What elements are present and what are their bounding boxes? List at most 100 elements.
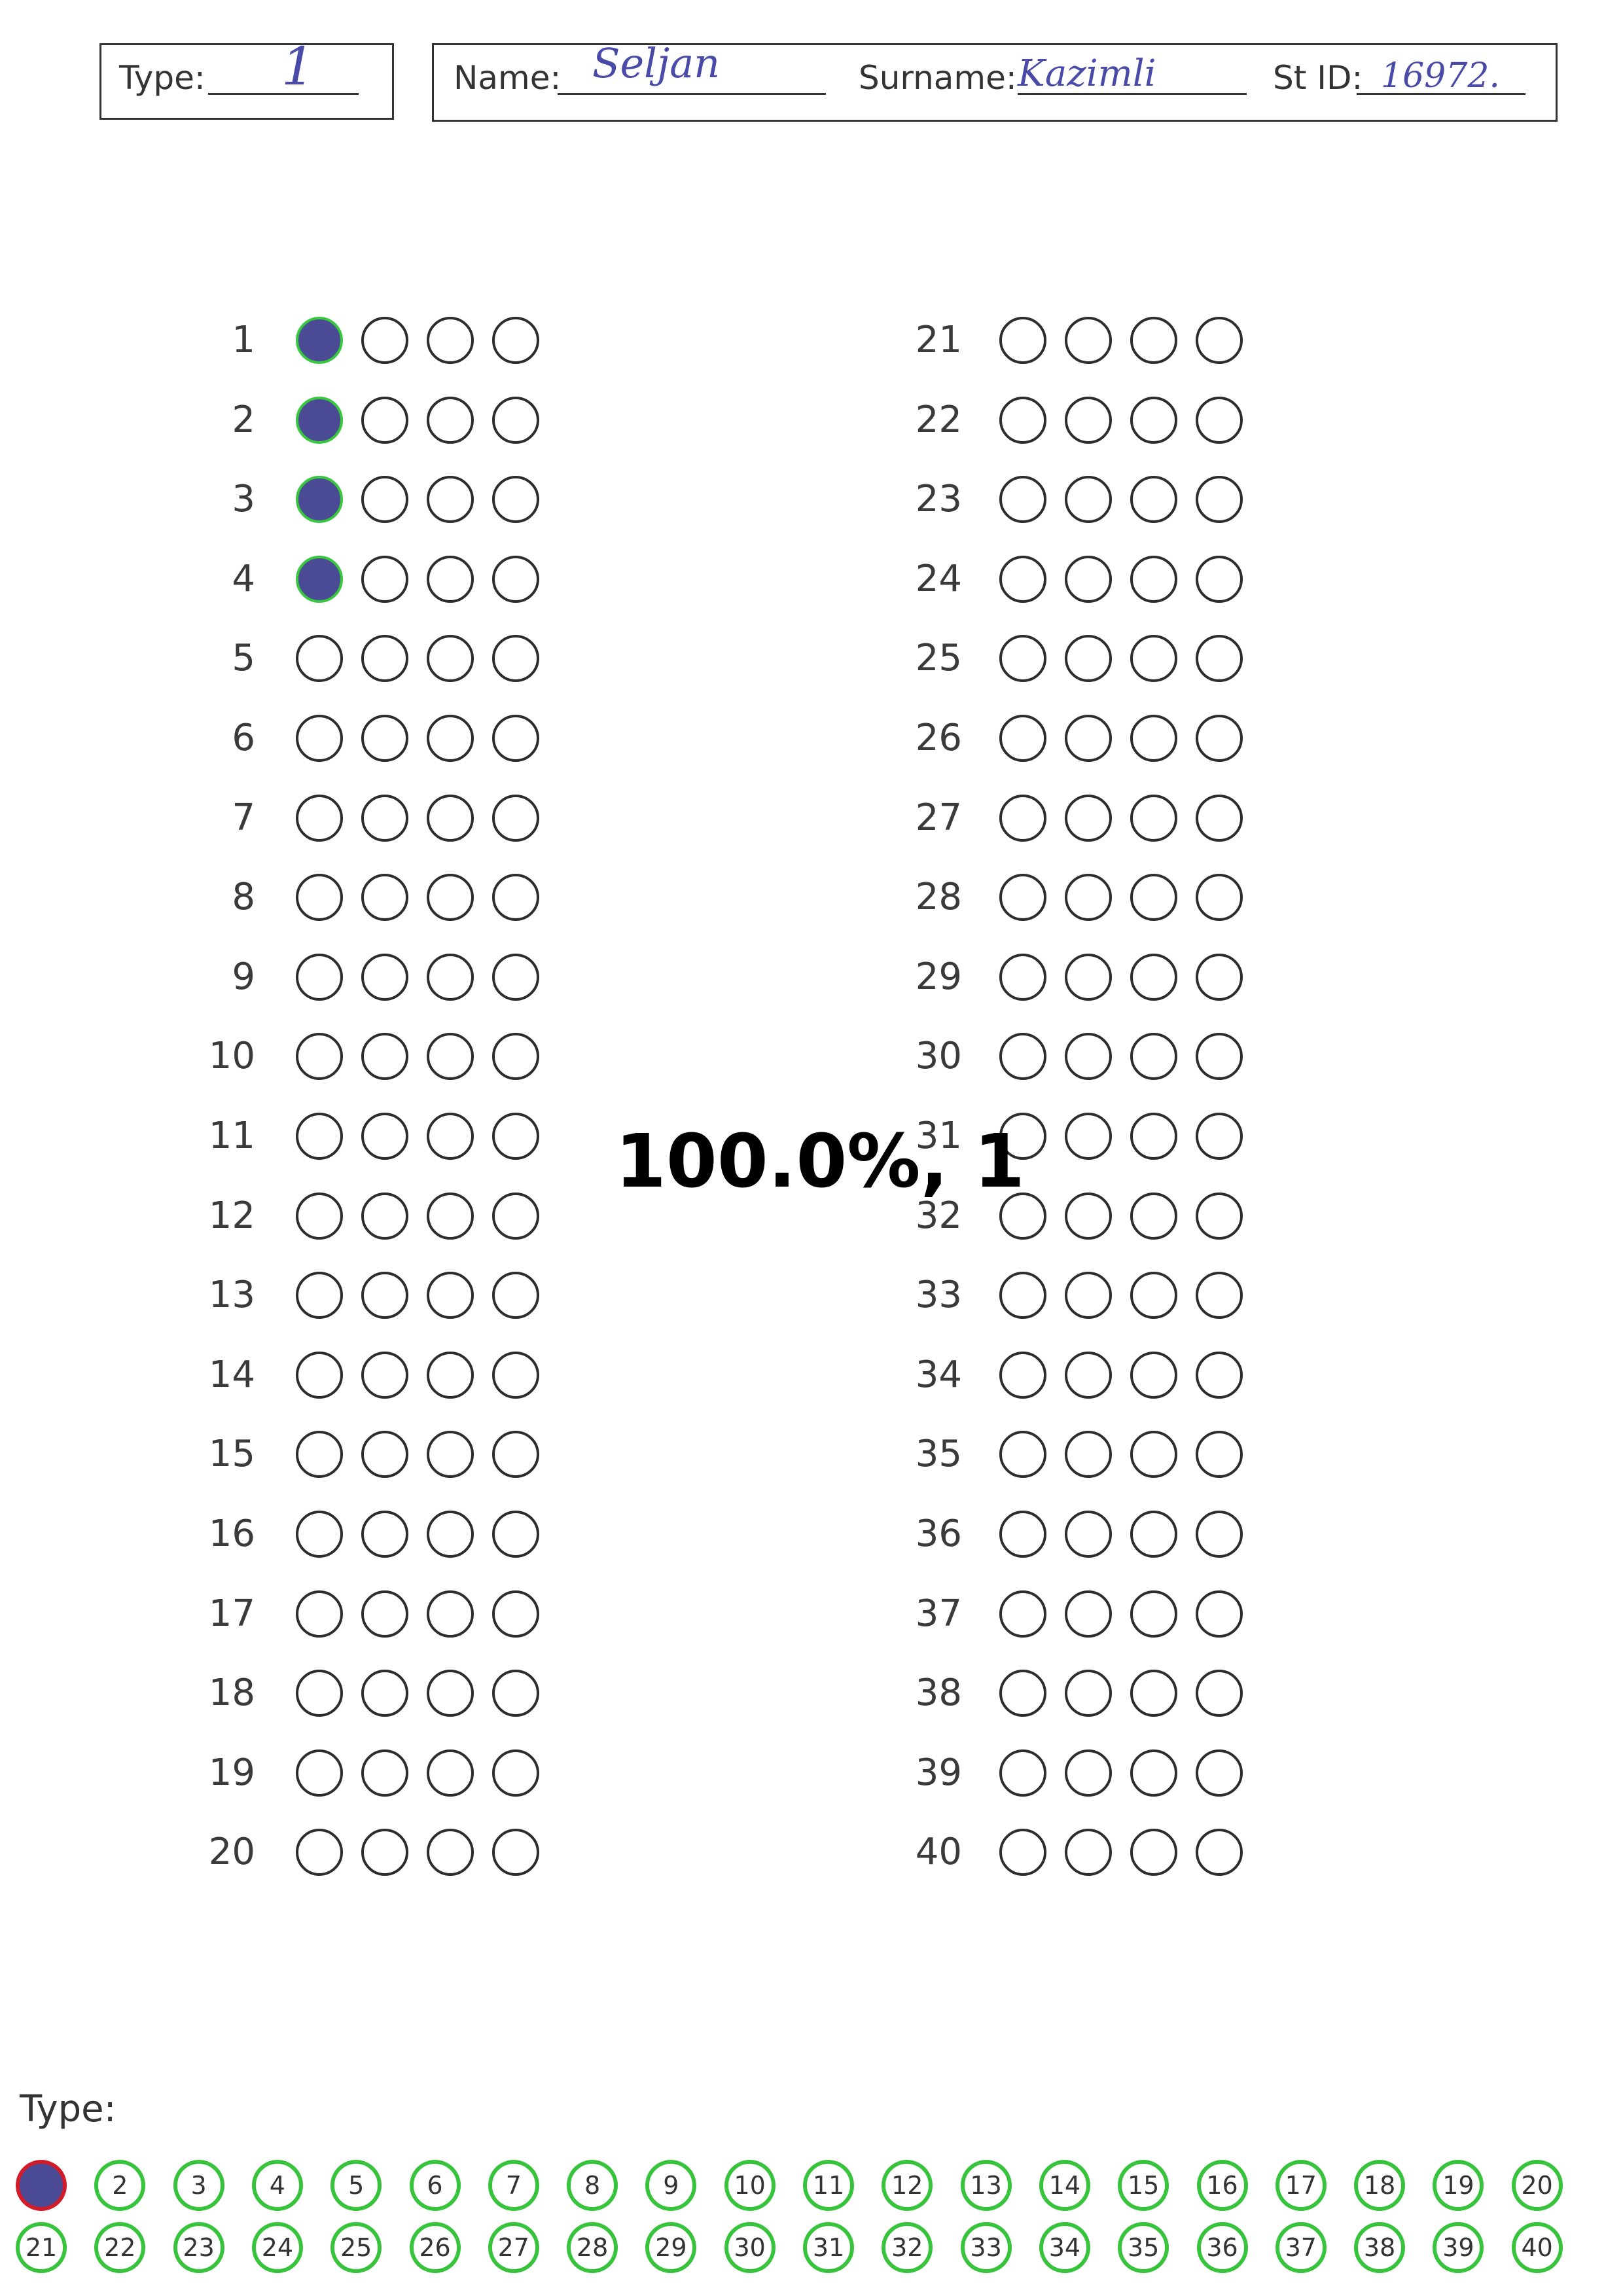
type-option-bubble[interactable]: 10 [724,2160,776,2211]
answer-bubble-option-2[interactable] [1065,715,1112,762]
answer-bubble-option-1[interactable] [999,1511,1046,1558]
answer-bubble-option-3[interactable] [1130,953,1177,1001]
answer-bubble-option-3[interactable] [427,794,474,842]
answer-bubble-option-2[interactable] [361,1033,408,1081]
answer-bubble-option-2[interactable] [1065,1590,1112,1638]
type-option-bubble[interactable]: 39 [1433,2222,1484,2273]
answer-bubble-option-4[interactable] [1196,476,1243,524]
answer-bubble-option-3[interactable] [427,1590,474,1638]
answer-bubble-option-4[interactable] [1196,1113,1243,1160]
answer-bubble-option-3[interactable] [427,1351,474,1399]
type-option-bubble[interactable]: 19 [1433,2160,1484,2211]
type-option-bubble[interactable]: 2 [94,2160,146,2211]
answer-bubble-option-2[interactable] [1065,794,1112,842]
answer-bubble-option-1[interactable] [296,635,343,683]
answer-bubble-option-3[interactable] [427,1749,474,1797]
type-option-bubble[interactable]: 27 [488,2222,539,2273]
answer-bubble-option-4[interactable] [1196,1351,1243,1399]
answer-bubble-option-3[interactable] [427,953,474,1001]
answer-bubble-option-3[interactable] [427,1670,474,1717]
answer-bubble-option-1[interactable] [999,396,1046,444]
answer-bubble-option-4[interactable] [492,1033,539,1081]
type-option-bubble[interactable]: 37 [1275,2222,1327,2273]
answer-bubble-option-1[interactable] [999,1351,1046,1399]
answer-bubble-option-4[interactable] [492,1511,539,1558]
type-option-bubble[interactable]: 7 [488,2160,539,2211]
answer-bubble-option-2[interactable] [1065,1431,1112,1479]
answer-bubble-option-1[interactable] [296,1113,343,1160]
answer-bubble-option-3[interactable] [1130,1351,1177,1399]
answer-bubble-option-3[interactable] [1130,1590,1177,1638]
answer-bubble-option-2[interactable] [361,953,408,1001]
answer-bubble-option-2[interactable] [1065,1749,1112,1797]
type-option-bubble[interactable]: 6 [409,2160,461,2211]
answer-bubble-option-4[interactable] [1196,1033,1243,1081]
answer-bubble-option-2[interactable] [1065,1351,1112,1399]
answer-bubble-option-3[interactable] [427,1511,474,1558]
answer-bubble-option-3[interactable] [1130,1033,1177,1081]
answer-bubble-option-1[interactable] [296,1351,343,1399]
answer-bubble-option-2[interactable] [1065,317,1112,364]
answer-bubble-option-4[interactable] [1196,396,1243,444]
type-option-bubble[interactable]: 24 [251,2222,303,2273]
type-option-bubble[interactable]: 13 [960,2160,1012,2211]
type-option-bubble[interactable]: 33 [960,2222,1012,2273]
answer-bubble-option-1[interactable] [999,1272,1046,1319]
answer-bubble-option-2[interactable] [1065,1511,1112,1558]
answer-bubble-option-1[interactable] [296,1829,343,1876]
answer-bubble-option-1[interactable] [999,874,1046,922]
type-option-bubble[interactable]: 20 [1511,2160,1563,2211]
answer-bubble-option-1[interactable] [999,715,1046,762]
answer-bubble-option-3[interactable] [1130,1192,1177,1240]
type-option-bubble[interactable]: 25 [330,2222,382,2273]
answer-bubble-option-1[interactable] [296,555,343,603]
answer-bubble-option-3[interactable] [427,635,474,683]
answer-bubble-option-2[interactable] [1065,635,1112,683]
answer-bubble-option-1[interactable] [296,476,343,524]
answer-bubble-option-2[interactable] [361,1431,408,1479]
type-option-bubble[interactable]: 31 [803,2222,854,2273]
answer-bubble-option-3[interactable] [1130,715,1177,762]
answer-bubble-option-1[interactable] [296,874,343,922]
answer-bubble-option-4[interactable] [1196,1829,1243,1876]
answer-bubble-option-3[interactable] [1130,317,1177,364]
answer-bubble-option-2[interactable] [1065,555,1112,603]
answer-bubble-option-1[interactable] [296,317,343,364]
type-option-bubble[interactable]: 1 [16,2160,67,2211]
answer-bubble-option-1[interactable] [296,1431,343,1479]
answer-bubble-option-4[interactable] [1196,715,1243,762]
answer-bubble-option-2[interactable] [361,555,408,603]
answer-bubble-option-3[interactable] [427,1829,474,1876]
answer-bubble-option-2[interactable] [361,317,408,364]
answer-bubble-option-2[interactable] [361,635,408,683]
type-option-bubble[interactable]: 26 [409,2222,461,2273]
type-option-bubble[interactable]: 40 [1511,2222,1563,2273]
type-option-bubble[interactable]: 32 [882,2222,933,2273]
type-option-bubble[interactable]: 21 [16,2222,67,2273]
type-option-bubble[interactable]: 5 [330,2160,382,2211]
answer-bubble-option-2[interactable] [1065,953,1112,1001]
answer-bubble-option-4[interactable] [492,1113,539,1160]
answer-bubble-option-1[interactable] [296,1511,343,1558]
answer-bubble-option-2[interactable] [361,874,408,922]
answer-bubble-option-2[interactable] [1065,1033,1112,1081]
answer-bubble-option-1[interactable] [296,1670,343,1717]
answer-bubble-option-4[interactable] [1196,555,1243,603]
answer-bubble-option-2[interactable] [1065,476,1112,524]
answer-bubble-option-3[interactable] [427,1272,474,1319]
answer-bubble-option-4[interactable] [492,1749,539,1797]
answer-bubble-option-4[interactable] [1196,1431,1243,1479]
answer-bubble-option-1[interactable] [999,555,1046,603]
answer-bubble-option-4[interactable] [492,1351,539,1399]
answer-bubble-option-1[interactable] [296,1272,343,1319]
type-option-bubble[interactable]: 34 [1039,2222,1090,2273]
answer-bubble-option-4[interactable] [1196,1272,1243,1319]
answer-bubble-option-4[interactable] [1196,1670,1243,1717]
answer-bubble-option-1[interactable] [999,1829,1046,1876]
answer-bubble-option-2[interactable] [361,1511,408,1558]
answer-bubble-option-3[interactable] [1130,396,1177,444]
answer-bubble-option-4[interactable] [1196,874,1243,922]
answer-bubble-option-3[interactable] [427,1113,474,1160]
answer-bubble-option-3[interactable] [1130,1511,1177,1558]
type-option-bubble[interactable]: 22 [94,2222,146,2273]
